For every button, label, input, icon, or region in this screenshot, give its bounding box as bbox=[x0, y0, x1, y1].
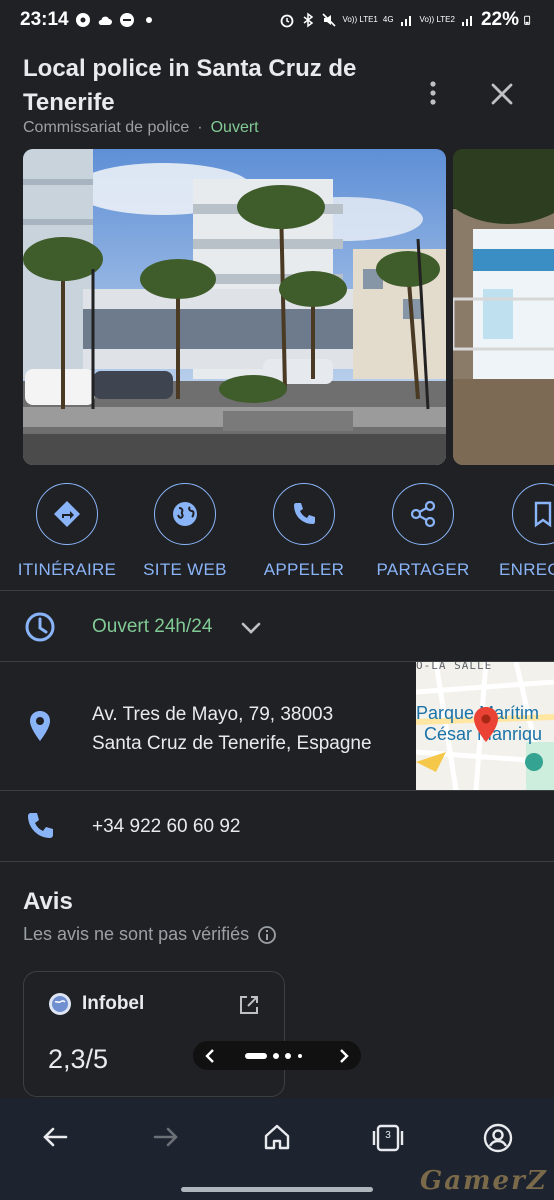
directions-button[interactable]: ITINÉRAIRE bbox=[2, 483, 132, 580]
page-indicator-icon bbox=[245, 1052, 302, 1059]
reviews-note-text: Les avis ne sont pas vérifiés bbox=[23, 924, 250, 944]
divider bbox=[0, 790, 554, 791]
mute-icon bbox=[322, 13, 337, 27]
map-pin-icon bbox=[474, 707, 498, 742]
tabs-count: 3 bbox=[385, 1130, 391, 1141]
tabs-button[interactable]: 3 bbox=[372, 1122, 404, 1154]
status-time: 23:14 bbox=[20, 9, 69, 30]
clock-icon bbox=[25, 612, 55, 642]
share-circle[interactable] bbox=[392, 483, 454, 545]
battery-percent: 22% bbox=[480, 9, 519, 30]
share-label: PARTAGER bbox=[376, 560, 470, 579]
signal-icon-2 bbox=[461, 16, 472, 26]
save-label: ENREG bbox=[499, 560, 554, 579]
directions-circle[interactable] bbox=[36, 483, 98, 545]
bluetooth-icon bbox=[304, 12, 314, 28]
phone-row-icon bbox=[28, 813, 53, 838]
police-building-photo bbox=[23, 149, 446, 465]
provider-name: Infobel bbox=[82, 993, 145, 1014]
directions-icon bbox=[54, 501, 80, 527]
do-not-disturb-icon bbox=[119, 13, 134, 27]
address-text[interactable]: Av. Tres de Mayo, 79, 38003 Santa Cruz d… bbox=[92, 700, 372, 758]
signal-icon bbox=[400, 16, 411, 26]
open-status: Ouvert bbox=[210, 119, 259, 136]
watermark: GamerZ bbox=[420, 1166, 548, 1196]
share-button[interactable]: PARTAGER bbox=[358, 483, 488, 580]
carousel-controls bbox=[193, 1041, 361, 1070]
directions-label: ITINÉRAIRE bbox=[17, 560, 117, 579]
location-pin-icon bbox=[30, 711, 50, 741]
police-kiosk-photo bbox=[453, 149, 554, 465]
call-label: APPELER bbox=[263, 560, 345, 579]
review-rating: 2,3/5 bbox=[48, 1044, 109, 1074]
divider bbox=[0, 861, 554, 862]
status-bar: 23:14 Vo)) LTE1 4G Vo)) LTE2 22% bbox=[0, 0, 554, 40]
place-photo-second[interactable] bbox=[453, 149, 554, 465]
alarm-icon bbox=[281, 14, 294, 28]
map-thumbnail[interactable]: O-LA SALLE Parque Marítim César Manriqu bbox=[416, 662, 554, 790]
place-photo-main[interactable] bbox=[23, 149, 446, 465]
place-title: Local police in Santa Cruz de Tenerife bbox=[23, 55, 357, 116]
divider bbox=[0, 590, 554, 591]
reviews-title: Avis bbox=[23, 888, 73, 915]
gesture-bar[interactable] bbox=[181, 1187, 373, 1192]
info-icon[interactable] bbox=[257, 925, 277, 945]
notification-dot-icon bbox=[145, 17, 152, 23]
call-button[interactable]: APPELER bbox=[239, 483, 369, 580]
place-category: Commissariat de police bbox=[23, 119, 190, 136]
review-card[interactable]: Infobel 2,3/5 64 avis bbox=[23, 971, 285, 1097]
save-button[interactable]: ENREG bbox=[477, 483, 554, 580]
home-icon[interactable] bbox=[262, 1122, 292, 1152]
more-options-icon[interactable] bbox=[418, 78, 448, 108]
bookmark-icon bbox=[534, 501, 552, 528]
review-provider: Infobel bbox=[48, 992, 144, 1016]
chevron-down-icon[interactable] bbox=[238, 615, 264, 641]
save-circle[interactable] bbox=[512, 483, 554, 545]
sim1-label: Vo)) LTE1 bbox=[342, 15, 378, 24]
phone-icon bbox=[294, 503, 315, 524]
map-top-label: O-LA SALLE bbox=[416, 662, 493, 672]
cloud-icon bbox=[98, 16, 112, 25]
address-line-2: Santa Cruz de Tenerife, Espagne bbox=[92, 733, 372, 754]
account-icon[interactable] bbox=[482, 1122, 514, 1154]
separator: · bbox=[197, 119, 203, 136]
website-label: SITE WEB bbox=[143, 560, 227, 579]
hours-text[interactable]: Ouvert 24h/24 bbox=[92, 616, 212, 638]
chevron-right-icon[interactable] bbox=[337, 1048, 351, 1064]
call-circle[interactable] bbox=[273, 483, 335, 545]
phone-number[interactable]: +34 922 60 60 92 bbox=[92, 816, 240, 838]
chevron-left-icon[interactable] bbox=[203, 1048, 217, 1064]
share-icon bbox=[410, 500, 436, 528]
infobel-logo-icon bbox=[49, 993, 71, 1015]
place-subtitle: Commissariat de police · Ouvert bbox=[23, 119, 259, 137]
website-button[interactable]: SITE WEB bbox=[120, 483, 250, 580]
website-circle[interactable] bbox=[154, 483, 216, 545]
action-buttons-row: ITINÉRAIRE SITE WEB APPELER PARTAGER ENR… bbox=[0, 483, 554, 579]
close-icon[interactable] bbox=[486, 78, 518, 110]
forward-arrow-icon[interactable] bbox=[151, 1122, 181, 1152]
address-line-1: Av. Tres de Mayo, 79, 38003 bbox=[92, 704, 334, 725]
reviews-note: Les avis ne sont pas vérifiés bbox=[23, 924, 277, 945]
soccer-icon bbox=[75, 13, 90, 27]
sim2-label: Vo)) LTE2 bbox=[419, 15, 455, 24]
back-arrow-icon[interactable] bbox=[40, 1122, 70, 1152]
external-link-icon[interactable] bbox=[238, 994, 260, 1016]
network-label: 4G bbox=[382, 15, 394, 24]
battery-icon bbox=[524, 15, 531, 25]
globe-icon bbox=[173, 502, 197, 526]
